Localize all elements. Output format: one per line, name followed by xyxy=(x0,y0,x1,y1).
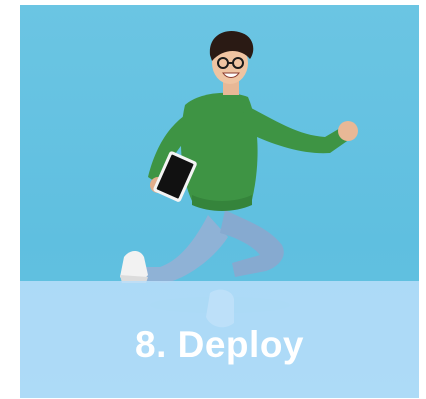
step-title: 8. Deploy xyxy=(135,323,304,365)
caption-band: 8. Deploy xyxy=(20,281,419,398)
deploy-card[interactable]: 8. Deploy xyxy=(20,5,419,398)
